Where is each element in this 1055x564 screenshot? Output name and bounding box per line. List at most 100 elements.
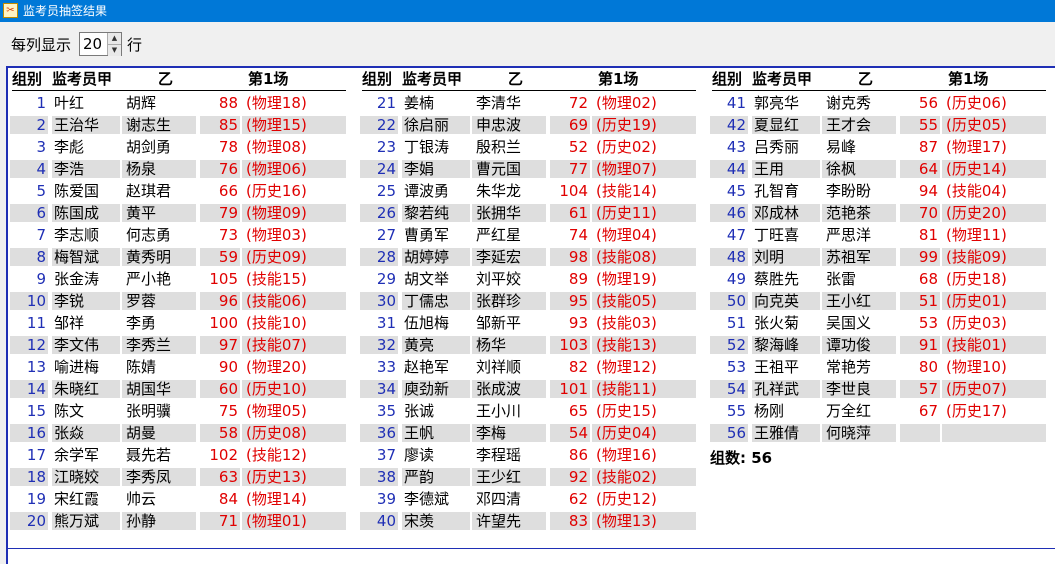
exam-subject: (物理01)	[242, 512, 346, 530]
table-row: 27 曹勇军 严红星 74 (物理04)	[358, 224, 698, 246]
exam-subject: (技能13)	[592, 336, 696, 354]
spinner-up-icon[interactable]: ▲	[108, 33, 121, 44]
exam-subject: (物理12)	[596, 358, 657, 376]
proctor-b: 许望先	[472, 512, 546, 530]
exam-subject: (物理04)	[596, 226, 657, 244]
table-row: 12 李文伟 李秀兰 97 (技能07)	[8, 334, 348, 356]
header-a: 监考员甲	[52, 70, 113, 88]
group-number: 44	[710, 160, 748, 178]
header-b: 乙	[508, 70, 524, 88]
table-row: 44 王用 徐枫 64 (历史14)	[708, 158, 1048, 180]
exam-subject: (物理03)	[246, 226, 307, 244]
room-number: 81	[918, 226, 938, 244]
table-row: 43 吕秀丽 易峰 87 (物理17)	[708, 136, 1048, 158]
room-number: 55	[900, 116, 940, 134]
room-number: 101	[550, 380, 590, 398]
table-row: 38 严韵 王少红 92 (技能02)	[358, 466, 698, 488]
proctor-b: 胡辉	[126, 94, 157, 112]
proctor-a: 张诚	[404, 402, 435, 420]
proctor-a: 吕秀丽	[754, 138, 800, 156]
proctor-b: 刘祥顺	[476, 358, 522, 376]
group-number: 40	[360, 512, 398, 530]
room-number: 93	[568, 314, 588, 332]
exam-subject: (技能09)	[942, 248, 1046, 266]
proctor-a: 宋红霞	[54, 490, 100, 508]
exam-subject: (历史08)	[242, 424, 346, 442]
proctor-a: 黄亮	[402, 336, 470, 354]
room-number: 97	[200, 336, 240, 354]
toolbar: 每列显示 20 ▲ ▼ 行	[0, 22, 1055, 66]
group-number: 43	[726, 138, 746, 156]
proctor-a: 王用	[752, 160, 820, 178]
proctor-a: 李志顺	[54, 226, 100, 244]
group-number: 50	[710, 292, 748, 310]
group-number: 31	[376, 314, 396, 332]
proctor-a: 王帆	[402, 424, 470, 442]
table-row: 29 胡文举 刘平姣 89 (物理19)	[358, 268, 698, 290]
exam-subject: (技能01)	[942, 336, 1046, 354]
proctor-a: 王雅倩	[752, 424, 820, 442]
proctor-b: 聂先若	[126, 446, 172, 464]
spinner-down-icon[interactable]: ▼	[108, 44, 121, 56]
exam-subject: (历史11)	[592, 204, 696, 222]
group-number: 10	[10, 292, 48, 310]
proctor-b: 帅云	[126, 490, 157, 508]
room-number: 98	[550, 248, 590, 266]
group-count: 组数: 56	[710, 449, 773, 467]
group-number: 17	[26, 446, 46, 464]
exam-subject: (历史19)	[592, 116, 696, 134]
room-number: 96	[200, 292, 240, 310]
result-column-1: 组别 监考员甲乙第1场 1 叶红 胡辉 88 (物理18) 2 王治华 谢志生 85 (物理15) 3 李…	[8, 68, 346, 530]
exam-subject: (物理19)	[596, 270, 657, 288]
header-session: 第1场	[598, 70, 639, 88]
exam-subject: (历史05)	[942, 116, 1046, 134]
proctor-a: 叶红	[54, 94, 85, 112]
room-number: 56	[918, 94, 938, 112]
proctor-b: 李秀兰	[122, 336, 196, 354]
table-row: 34 庾劲新 张成波 101 (技能11)	[358, 378, 698, 400]
proctor-a: 黎若纯	[402, 204, 470, 222]
proctor-a: 伍旭梅	[404, 314, 450, 332]
proctor-a: 王治华	[52, 116, 120, 134]
header-a: 监考员甲	[752, 70, 813, 88]
group-number: 4	[10, 160, 48, 178]
proctor-b: 朱华龙	[476, 182, 522, 200]
column-header: 组别 监考员甲 乙 第1场	[12, 68, 346, 91]
table-row: 14 朱晓红 胡国华 60 (历史10)	[8, 378, 348, 400]
proctor-b: 李梅	[472, 424, 546, 442]
room-number: 80	[918, 358, 938, 376]
rows-per-column-spinner[interactable]: 20 ▲ ▼	[79, 32, 122, 56]
group-number: 41	[726, 94, 746, 112]
header-b: 乙	[858, 70, 874, 88]
table-row: 11 邹祥 李勇 100 (技能10)	[8, 312, 348, 334]
header-a: 监考员甲	[402, 70, 463, 88]
proctor-b: 易峰	[826, 138, 857, 156]
group-number: 49	[726, 270, 746, 288]
proctor-b: 邹新平	[476, 314, 522, 332]
proctor-a: 杨刚	[754, 402, 785, 420]
room-number: 62	[568, 490, 588, 508]
proctor-a: 丁儒忠	[402, 292, 470, 310]
group-number: 54	[710, 380, 748, 398]
table-row: 5 陈爱国 赵琪君 66 (历史16)	[8, 180, 348, 202]
proctor-b: 徐枫	[822, 160, 896, 178]
proctor-a: 陈爱国	[54, 182, 100, 200]
table-row: 49 蔡胜先 张雷 68 (历史18)	[708, 268, 1048, 290]
group-number: 29	[376, 270, 396, 288]
table-row: 22 徐启丽 申忠波 69 (历史19)	[358, 114, 698, 136]
room-number: 86	[568, 446, 588, 464]
exam-subject: (历史02)	[596, 138, 657, 156]
room-number: 74	[568, 226, 588, 244]
room-number: 73	[218, 226, 238, 244]
table-row: 39 李德斌 邓四清 62 (历史12)	[358, 488, 698, 510]
rows-per-column-value[interactable]: 20	[83, 34, 102, 54]
exam-subject: (物理20)	[246, 358, 307, 376]
exam-subject: (物理07)	[592, 160, 696, 178]
window-title: 监考员抽签结果	[23, 4, 108, 18]
group-number: 2	[10, 116, 48, 134]
header-b: 乙	[158, 70, 174, 88]
room-number: 67	[918, 402, 938, 420]
exam-subject: (历史14)	[942, 160, 1046, 178]
group-number: 34	[360, 380, 398, 398]
room-number: 59	[200, 248, 240, 266]
